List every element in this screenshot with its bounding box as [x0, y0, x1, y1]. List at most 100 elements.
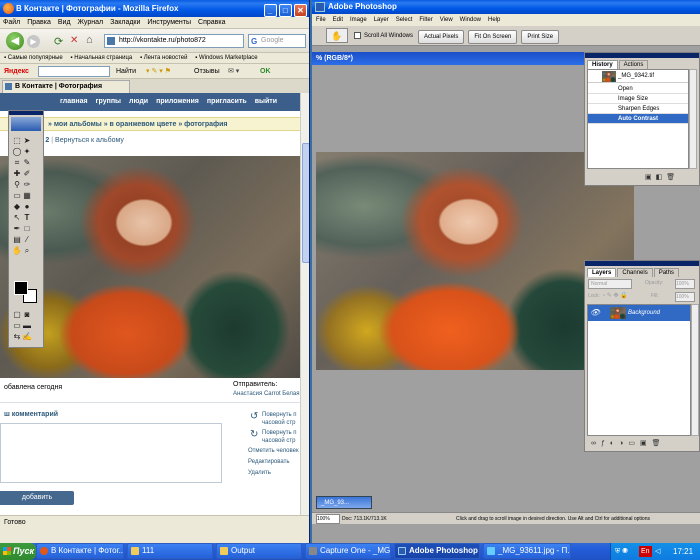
- delete-state-icon[interactable]: 🗑: [666, 174, 679, 181]
- task-folder-output[interactable]: Output: [216, 543, 302, 559]
- yandex-find-button[interactable]: Найти: [116, 64, 136, 79]
- close-icon[interactable]: ✕: [294, 4, 307, 17]
- new-document-icon[interactable]: ▣: [645, 174, 656, 181]
- forward-button[interactable]: ▶: [27, 35, 40, 48]
- stamp-icon[interactable]: ⚲: [12, 180, 22, 190]
- fill-value[interactable]: 100%: [675, 292, 695, 302]
- slice-icon[interactable]: ✎: [22, 158, 32, 168]
- yandex-logo[interactable]: Яндекс: [4, 64, 29, 79]
- history-brush-icon[interactable]: ✑: [22, 180, 32, 190]
- vk-rotate-right[interactable]: ↻ Повернуть п часовой стр: [250, 429, 300, 445]
- ps-menu-filter[interactable]: Filter: [419, 17, 432, 23]
- zoom-icon[interactable]: ⌕: [22, 246, 32, 256]
- ps-titlebar[interactable]: Adobe Photoshop: [312, 0, 700, 14]
- path-select-icon[interactable]: ↖: [12, 213, 22, 223]
- history-scrollbar[interactable]: [689, 69, 697, 169]
- tray-speaker-icon[interactable]: ◁: [655, 543, 660, 560]
- vk-tag-person[interactable]: Отметить человек: [248, 448, 299, 454]
- vk-add-comment-button[interactable]: добавить комментарий: [0, 491, 74, 515]
- quickmask-icon[interactable]: ◙: [22, 310, 32, 320]
- history-step-sharpen[interactable]: Sharpen Edges: [588, 104, 688, 114]
- standard-mode-icon[interactable]: ▢: [12, 310, 22, 320]
- pen-icon[interactable]: ✒: [12, 224, 22, 234]
- ps-zoom-level[interactable]: 100%: [316, 514, 340, 524]
- vk-nav-groups[interactable]: группы: [96, 98, 121, 105]
- bookmark-marketplace[interactable]: ▪ Windows Marketplace: [195, 55, 257, 61]
- tab-history[interactable]: History: [587, 60, 618, 69]
- ps-toolbox-logo[interactable]: [11, 117, 41, 131]
- start-button[interactable]: Пуск: [0, 543, 36, 560]
- clock[interactable]: 17:21: [673, 543, 693, 560]
- tab-vkontakte[interactable]: В Контакте | Фотография: [2, 80, 130, 93]
- language-indicator[interactable]: En: [639, 546, 652, 557]
- adjustment-icon[interactable]: ◑: [619, 440, 628, 447]
- firefox-scrollbar[interactable]: [300, 93, 309, 515]
- imageready-icon[interactable]: ⇆: [12, 332, 22, 342]
- vk-rotate-left[interactable]: ↺ Повернуть п часовой стр: [250, 411, 300, 427]
- minimize-icon[interactable]: _: [263, 4, 277, 17]
- actual-pixels-button[interactable]: Actual Pixels: [418, 30, 465, 44]
- history-snapshot[interactable]: _MG_9342.tif: [588, 70, 688, 83]
- vk-comment-textarea[interactable]: [0, 423, 222, 483]
- hand-icon[interactable]: ✋: [12, 246, 22, 256]
- ps-doc-size[interactable]: Doc: 713.1K/713.1K: [342, 513, 387, 525]
- bookmark-news[interactable]: ▪ Лента новостей: [140, 55, 188, 61]
- layer-background[interactable]: 👁 Background: [588, 305, 690, 321]
- vk-edit[interactable]: Редактировать: [248, 459, 289, 465]
- vk-photo[interactable]: [0, 156, 300, 378]
- menu-view[interactable]: Вид: [58, 19, 71, 26]
- tab-layers[interactable]: Layers: [587, 268, 617, 277]
- reload-icon[interactable]: ⟳: [54, 35, 63, 48]
- layer-visibility-eye-icon[interactable]: 👁: [590, 305, 600, 321]
- bookmark-popular[interactable]: ▪ Самые популярные: [4, 55, 63, 61]
- menu-history[interactable]: Журнал: [78, 19, 104, 26]
- vk-nav-people[interactable]: люди: [129, 98, 148, 105]
- bookmark-start[interactable]: ▪ Начальная страница: [70, 55, 132, 61]
- fx-icon[interactable]: ƒ: [601, 440, 610, 447]
- task-image-viewer[interactable]: _MG_93611.jpg - П...: [483, 543, 571, 559]
- foreground-color[interactable]: [14, 281, 28, 295]
- firefox-titlebar[interactable]: В Контакте | Фотографии - Mozilla Firefo…: [0, 0, 309, 17]
- tab-channels[interactable]: Channels: [617, 268, 653, 277]
- marquee-icon[interactable]: ⬚: [12, 136, 22, 146]
- ps-menu-layer[interactable]: Layer: [374, 17, 389, 23]
- yandex-ok[interactable]: OK: [260, 64, 271, 79]
- tray-icons[interactable]: ⛨ ◉: [615, 543, 628, 560]
- ps-menu-select[interactable]: Select: [396, 17, 413, 23]
- vk-nav-logout[interactable]: выйти: [255, 98, 277, 105]
- ps-menu-edit[interactable]: Edit: [333, 17, 343, 23]
- gradient-icon[interactable]: ▦: [22, 191, 32, 201]
- crop-icon[interactable]: ⌗: [12, 158, 22, 168]
- yandex-mail-icon[interactable]: ✉ ▾: [228, 64, 239, 79]
- ps-minimized-doc[interactable]: _MG_93...: [316, 496, 372, 509]
- blend-mode-select[interactable]: Normal: [588, 279, 632, 289]
- ps-menu-file[interactable]: File: [316, 17, 326, 23]
- history-step-open[interactable]: Open: [588, 84, 688, 94]
- move-icon[interactable]: ➤: [22, 136, 32, 146]
- ps-menu-help[interactable]: Help: [488, 17, 500, 23]
- magic-wand-icon[interactable]: ✦: [22, 147, 32, 157]
- ps-menu-view[interactable]: View: [440, 17, 453, 23]
- ps-menu-window[interactable]: Window: [460, 17, 481, 23]
- opacity-value[interactable]: 100%: [675, 279, 695, 289]
- back-button[interactable]: ◀: [6, 32, 24, 50]
- vk-nav-home[interactable]: главная: [60, 98, 88, 105]
- healing-icon[interactable]: ✚: [12, 169, 22, 179]
- fullscreen-icon[interactable]: ▬: [22, 321, 32, 331]
- tab-actions[interactable]: Actions: [618, 60, 649, 69]
- new-snapshot-icon[interactable]: ◧: [656, 174, 667, 181]
- ps-menu-image[interactable]: Image: [350, 17, 367, 23]
- scroll-all-checkbox[interactable]: [354, 32, 361, 39]
- tab-paths[interactable]: Paths: [653, 268, 680, 277]
- home-icon[interactable]: ⌂: [86, 34, 93, 46]
- menu-bookmarks[interactable]: Закладки: [110, 19, 140, 26]
- task-firefox[interactable]: В Контакте | Фотог...: [36, 543, 124, 559]
- vk-delete[interactable]: Удалить: [248, 470, 271, 476]
- history-step-image-size[interactable]: Image Size: [588, 94, 688, 104]
- link-icon[interactable]: ∞: [591, 440, 601, 447]
- eraser-icon[interactable]: ▭: [12, 191, 22, 201]
- screen-mode-icon[interactable]: ▭: [12, 321, 22, 331]
- yandex-input[interactable]: [38, 66, 110, 77]
- brush-icon[interactable]: ✐: [22, 169, 32, 179]
- fit-on-screen-button[interactable]: Fit On Screen: [468, 30, 518, 44]
